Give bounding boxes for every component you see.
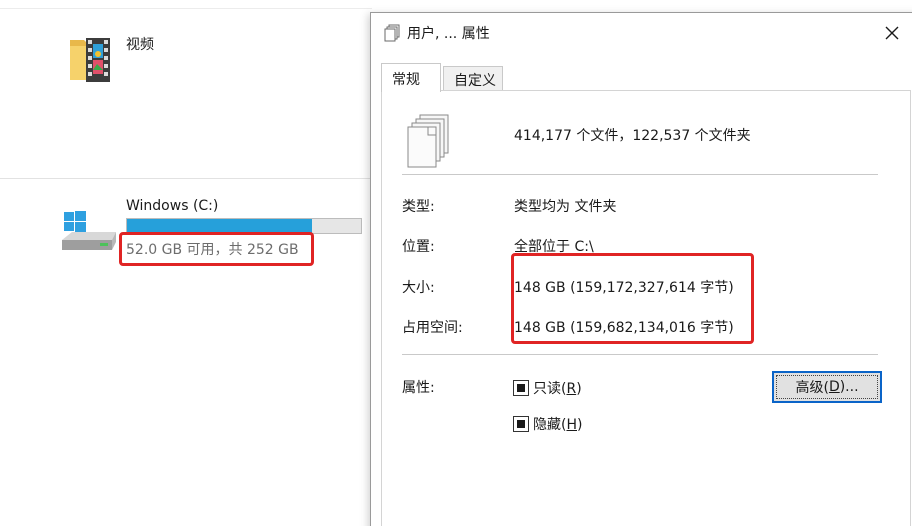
general-tab-panel: 414,177 个文件，122,537 个文件夹 类型: 类型均为 文件夹 位置…	[381, 90, 911, 526]
indeterminate-mark	[517, 384, 525, 392]
highlight-box-drive-space	[119, 232, 314, 266]
drive-usage-fill	[127, 219, 312, 233]
video-folder-icon	[70, 38, 110, 82]
tab-customize[interactable]: 自定义	[443, 66, 503, 91]
readonly-access-key: R	[566, 381, 577, 397]
tab-general[interactable]: 常规	[381, 63, 441, 92]
close-button[interactable]	[877, 19, 907, 47]
folder-label: 视频	[126, 37, 154, 53]
attributes-label: 属性:	[402, 380, 435, 396]
hidden-label-end: )	[577, 417, 583, 433]
properties-dialog: 用户, ... 属性 常规 自定义 414,177 个文件，122,537 个文…	[370, 12, 912, 526]
hidden-checkbox[interactable]	[513, 416, 529, 432]
multiple-files-icon	[384, 24, 400, 42]
type-label: 类型:	[402, 199, 435, 215]
size-on-disk-label: 占用空间:	[402, 320, 463, 336]
focus-rect	[776, 375, 878, 399]
file-folder-count: 414,177 个文件，122,537 个文件夹	[514, 128, 751, 144]
size-label: 大小:	[402, 280, 435, 296]
type-value: 类型均为 文件夹	[514, 199, 617, 215]
divider	[0, 8, 372, 9]
readonly-label-end: )	[576, 381, 582, 397]
highlight-box-size	[511, 253, 754, 344]
separator	[402, 354, 878, 355]
dialog-title: 用户, ... 属性	[407, 26, 490, 42]
separator	[402, 174, 878, 175]
title-bar[interactable]: 用户, ... 属性	[371, 13, 912, 53]
windows-drive-icon	[62, 211, 116, 250]
readonly-checkbox[interactable]	[513, 380, 529, 396]
advanced-button[interactable]: 高级(D)...	[772, 371, 882, 403]
multiple-files-icon	[407, 114, 449, 168]
divider	[0, 178, 372, 179]
indeterminate-mark	[517, 420, 525, 428]
readonly-label[interactable]: 只读(R)	[533, 378, 582, 398]
drive-name: Windows (C:)	[126, 198, 219, 214]
hidden-label[interactable]: 隐藏(H)	[533, 414, 582, 434]
readonly-label-main: 只读(	[533, 381, 567, 397]
location-label: 位置:	[402, 239, 435, 255]
folder-item-videos[interactable]: 视频	[62, 28, 262, 88]
hidden-access-key: H	[566, 417, 577, 433]
hidden-label-main: 隐藏(	[533, 417, 567, 433]
close-icon	[885, 26, 899, 40]
